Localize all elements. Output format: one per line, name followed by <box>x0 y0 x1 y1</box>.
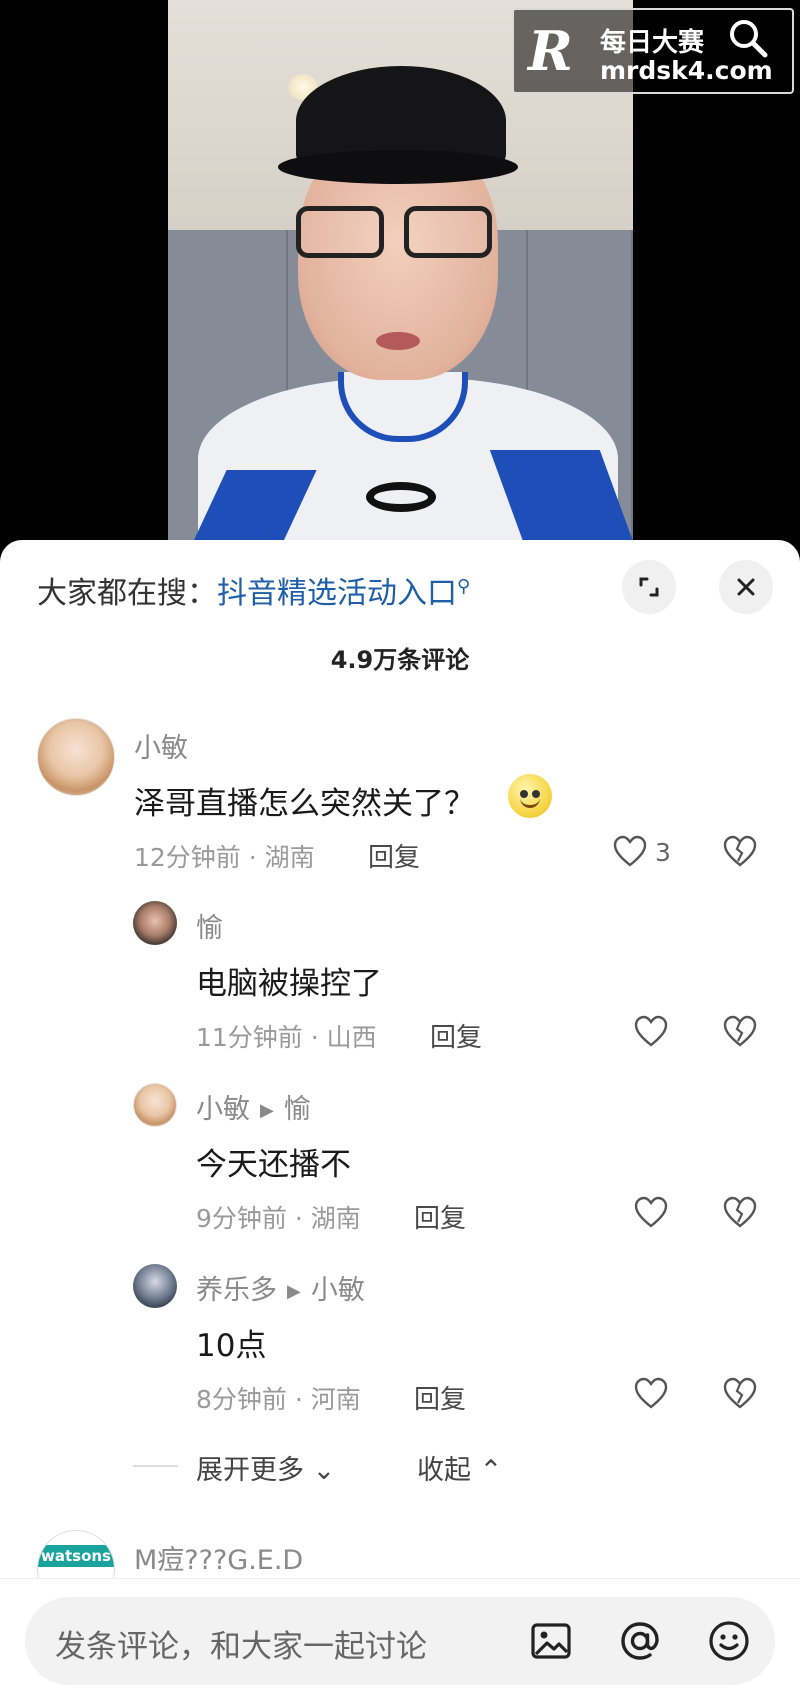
avatar[interactable] <box>133 901 177 945</box>
expand-more-button[interactable]: 展开更多 ⌄ <box>196 1448 335 1487</box>
heart-icon[interactable] <box>612 834 648 868</box>
comment-text[interactable]: 泽哥直播怎么突然关了？ <box>134 778 475 823</box>
search-icon <box>730 20 768 58</box>
expand-more-label: 展开更多 <box>196 1455 304 1486</box>
chevron-down-icon: ⌄ <box>312 1455 336 1486</box>
comment-sheet: 大家都在搜：抖音精选活动入口⚲ 4.9万条评论 小敏 泽哥直播怎么突然关了？ 1… <box>0 540 800 1703</box>
shirt-logo <box>366 482 436 512</box>
person-glasses <box>296 206 496 258</box>
reply-meta: 8分钟前 · 河南 <box>196 1385 361 1414</box>
comment-username[interactable]: M痘???G.E.D <box>134 1538 303 1577</box>
comment-input-placeholder: 发条评论，和大家一起讨论 <box>55 1629 427 1665</box>
heart-icon[interactable] <box>633 1014 669 1048</box>
hot-search-prefix: 大家都在搜： <box>37 576 217 611</box>
reply-target: 小敏 <box>310 1275 365 1306</box>
heart-icon[interactable] <box>633 1376 669 1410</box>
heart-icon[interactable] <box>633 1195 669 1229</box>
expand-icon <box>639 577 659 597</box>
divider <box>133 1465 178 1467</box>
video-player[interactable]: R 每日大赛 mrdsk4.com <box>0 0 800 540</box>
comment-input-bar: 发条评论，和大家一起讨论 <box>0 1578 800 1703</box>
reply-button[interactable]: 回复 <box>414 1198 466 1235</box>
collapse-label: 收起 <box>417 1455 471 1486</box>
like-count: 3 <box>655 838 671 867</box>
emoji-icon <box>508 774 552 818</box>
reply-arrow-icon: ▶ <box>260 1100 274 1121</box>
avatar[interactable] <box>133 1264 177 1308</box>
site-watermark: R 每日大赛 mrdsk4.com <box>512 8 794 94</box>
reply-author: 养乐多 <box>196 1275 277 1306</box>
fullscreen-button[interactable] <box>622 560 676 614</box>
avatar[interactable] <box>37 718 115 796</box>
reply-author: 小敏 <box>196 1094 250 1125</box>
broken-heart-icon[interactable] <box>722 1195 758 1229</box>
reply-username[interactable]: 小敏 ▶ 愉 <box>196 1087 311 1126</box>
watermark-title: 每日大赛 <box>600 28 705 58</box>
collapse-button[interactable]: 收起 ⌃ <box>417 1448 502 1487</box>
chevron-up-icon: ⌃ <box>479 1455 503 1486</box>
reply-author: 愉 <box>196 913 223 944</box>
comment-meta: 12分钟前 · 湖南 <box>134 843 315 872</box>
person-mouth <box>376 332 420 350</box>
broken-heart-icon[interactable] <box>722 1014 758 1048</box>
reply-button[interactable]: 回复 <box>414 1379 466 1416</box>
avatar-brand-text: watsons <box>38 1545 114 1567</box>
watermark-logo: R <box>528 19 573 83</box>
hot-search-link[interactable]: 抖音精选活动入口 <box>217 576 457 611</box>
search-icon: ⚲ <box>457 576 471 597</box>
mention-icon[interactable] <box>616 1617 664 1665</box>
image-icon[interactable] <box>527 1617 575 1665</box>
reply-target: 愉 <box>283 1094 311 1125</box>
comment-count: 4.9万条评论 <box>330 646 470 674</box>
close-button[interactable] <box>719 560 773 614</box>
broken-heart-icon[interactable] <box>722 1376 758 1410</box>
reply-meta: 9分钟前 · 湖南 <box>196 1204 361 1233</box>
reply-text[interactable]: 今天还播不 <box>196 1139 351 1184</box>
broken-heart-icon[interactable] <box>722 834 758 868</box>
reply-username[interactable]: 养乐多 ▶ 小敏 <box>196 1268 365 1307</box>
avatar[interactable] <box>133 1083 177 1127</box>
close-icon <box>737 578 755 596</box>
reply-button[interactable]: 回复 <box>368 837 420 874</box>
reply-text[interactable]: 电脑被操控了 <box>196 958 382 1003</box>
emoji-icon[interactable] <box>705 1617 753 1665</box>
comment-username[interactable]: 小敏 <box>134 726 188 765</box>
reply-meta: 11分钟前 · 山西 <box>196 1023 377 1052</box>
hot-search-bar[interactable]: 大家都在搜：抖音精选活动入口⚲ <box>37 568 470 612</box>
reply-username[interactable]: 愉 <box>196 906 223 945</box>
reply-arrow-icon: ▶ <box>287 1281 301 1302</box>
reply-text[interactable]: 10点 <box>196 1320 266 1365</box>
comment-input[interactable]: 发条评论，和大家一起讨论 <box>25 1597 775 1685</box>
reply-button[interactable]: 回复 <box>430 1017 482 1054</box>
watermark-url: mrdsk4.com <box>600 56 773 85</box>
cap-brim <box>278 150 518 184</box>
